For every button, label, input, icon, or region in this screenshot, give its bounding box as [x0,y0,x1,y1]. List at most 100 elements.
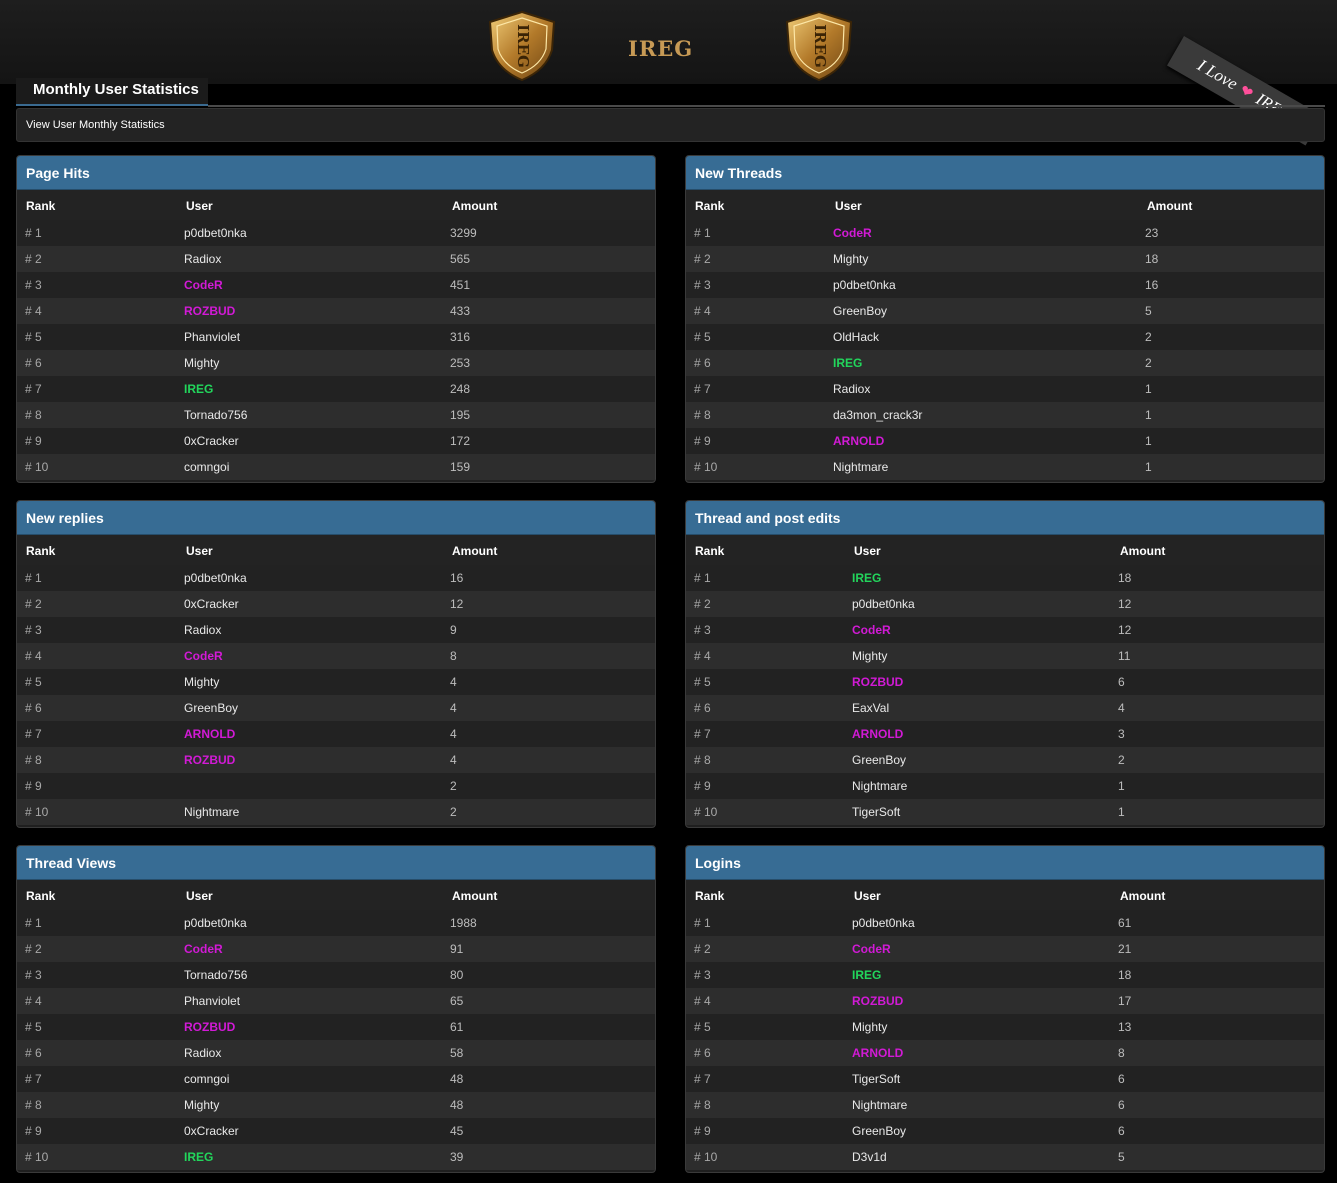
table-row: # 4 ROZBUD 17 [686,988,1324,1014]
user-link[interactable]: TigerSoft [852,1072,900,1086]
user-link[interactable]: CodeR [833,226,872,240]
amount-cell: 159 [450,460,471,474]
user-link[interactable]: Phanviolet [184,330,240,344]
amount-cell: 45 [450,1124,464,1138]
user-link[interactable]: Radiox [184,252,221,266]
stats-panel: New Threads Rank User Amount # 1 CodeR 23 # 2 Mi… [685,155,1325,483]
table-row: # 10 comngoi 159 [17,454,655,480]
amount-cell: 2 [450,779,457,793]
user-link[interactable]: Mighty [833,252,868,266]
rank-cell: # 4 [694,304,711,318]
user-link[interactable]: Mighty [184,356,219,370]
user-link[interactable]: Mighty [852,1020,887,1034]
user-column-header: User [854,544,881,558]
table-row: # 9 GreenBoy 6 [686,1118,1324,1144]
user-link[interactable]: Mighty [852,649,887,663]
amount-cell: 39 [450,1150,464,1164]
user-link[interactable]: p0dbet0nka [833,278,896,292]
table-row: # 10 Nightmare 1 [686,454,1324,480]
user-link[interactable]: OldHack [833,330,879,344]
user-link[interactable]: CodeR [852,623,891,637]
table-row: # 5 ROZBUD 6 [686,669,1324,695]
user-link[interactable]: TigerSoft [852,805,900,819]
amount-cell: 16 [1145,278,1159,292]
user-link[interactable]: GreenBoy [852,753,906,767]
user-link[interactable]: CodeR [184,278,223,292]
user-link[interactable]: p0dbet0nka [852,916,915,930]
user-link[interactable]: comngoi [184,1072,229,1086]
user-link[interactable]: Radiox [833,382,870,396]
user-link[interactable]: Mighty [184,675,219,689]
user-link[interactable]: 0xCracker [184,597,239,611]
table-row: # 4 GreenBoy 5 [686,298,1324,324]
user-column-header: User [186,199,213,213]
view-monthly-stats-link[interactable]: View User Monthly Statistics [26,119,165,131]
user-link[interactable]: ROZBUD [184,1020,235,1034]
user-link[interactable]: IREG [184,1150,213,1164]
user-link[interactable]: GreenBoy [852,1124,906,1138]
table-row: # 5 OldHack 2 [686,324,1324,350]
user-link[interactable]: p0dbet0nka [184,916,247,930]
user-link[interactable]: Tornado756 [184,968,247,982]
user-link[interactable]: IREG [852,968,881,982]
panel-header: Page Hits [17,156,655,190]
table-header-row: Rank User Amount [686,535,1324,565]
user-link[interactable]: D3v1d [852,1150,887,1164]
user-link[interactable]: ARNOLD [852,1046,903,1060]
rank-cell: # 9 [694,434,711,448]
user-link[interactable]: 0xCracker [184,1124,239,1138]
user-link[interactable]: CodeR [852,942,891,956]
user-link[interactable]: comngoi [184,460,229,474]
user-link[interactable]: IREG [833,356,862,370]
user-link[interactable]: Nightmare [833,460,888,474]
user-link[interactable]: IREG [184,382,213,396]
table-row: # 9 2 [17,773,655,799]
rank-cell: # 6 [25,701,42,715]
amount-cell: 9 [450,623,457,637]
site-logo-text[interactable]: IREG [628,36,693,61]
site-header: IREG IREG IREG I Love ❤ IREG [0,0,1337,146]
rank-cell: # 2 [694,252,711,266]
user-link[interactable]: Phanviolet [184,994,240,1008]
user-link[interactable]: 0xCracker [184,434,239,448]
user-link[interactable]: Radiox [184,623,221,637]
user-link[interactable]: ARNOLD [852,727,903,741]
user-link[interactable]: Tornado756 [184,408,247,422]
user-link[interactable]: da3mon_crack3r [833,408,922,422]
table-row: # 3 Tornado756 80 [17,962,655,988]
user-link[interactable]: p0dbet0nka [852,597,915,611]
panel-title: Thread and post edits [695,509,841,526]
user-link[interactable]: CodeR [184,942,223,956]
user-link[interactable]: Nightmare [852,779,907,793]
user-link[interactable]: p0dbet0nka [184,226,247,240]
heart-icon: ❤ [1236,82,1256,103]
rank-cell: # 7 [694,1072,711,1086]
shield-icon: IREG [785,10,853,82]
user-link[interactable]: CodeR [184,649,223,663]
user-link[interactable]: Nightmare [852,1098,907,1112]
user-link[interactable]: ROZBUD [184,753,235,767]
rank-cell: # 1 [25,916,42,930]
user-link[interactable]: ARNOLD [184,727,235,741]
amount-cell: 61 [1118,916,1132,930]
user-link[interactable]: ROZBUD [184,304,235,318]
user-link[interactable]: ROZBUD [852,994,903,1008]
rank-cell: # 1 [694,226,711,240]
user-link[interactable]: EaxVal [852,701,889,715]
user-link[interactable]: p0dbet0nka [184,571,247,585]
amount-cell: 13 [1118,1020,1132,1034]
user-link[interactable]: Nightmare [184,805,239,819]
rank-cell: # 5 [694,330,711,344]
amount-column-header: Amount [1120,544,1166,558]
user-link[interactable]: GreenBoy [833,304,887,318]
rank-cell: # 10 [694,460,718,474]
user-link[interactable]: ARNOLD [833,434,884,448]
ireg-shield-logo-right[interactable]: IREG [783,10,855,82]
table-row: # 10 D3v1d 5 [686,1144,1324,1170]
user-link[interactable]: Mighty [184,1098,219,1112]
ireg-shield-logo[interactable]: IREG [486,10,558,82]
user-link[interactable]: GreenBoy [184,701,238,715]
user-link[interactable]: ROZBUD [852,675,903,689]
user-link[interactable]: IREG [852,571,881,585]
user-link[interactable]: Radiox [184,1046,221,1060]
